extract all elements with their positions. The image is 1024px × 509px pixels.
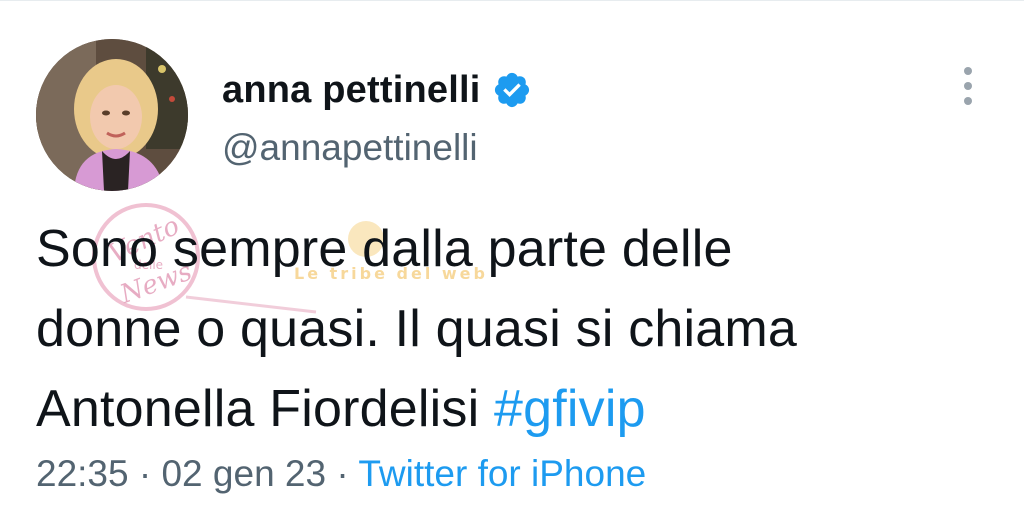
user-handle[interactable]: @annapettinelli	[222, 127, 478, 169]
more-options-icon[interactable]	[956, 67, 980, 105]
name-row: anna pettinelli	[222, 65, 532, 115]
tweet-source-link[interactable]: Twitter for iPhone	[358, 453, 646, 494]
meta-separator: ·	[138, 453, 152, 494]
tweet-card: anna pettinelli @annapettinelli Vento de…	[0, 0, 1024, 509]
avatar-image	[36, 39, 188, 191]
tweet-metadata: 22:35 · 02 gen 23 · Twitter for iPhone	[36, 453, 646, 495]
hashtag-link[interactable]: #gfivip	[494, 380, 646, 438]
tweet-text-line-2: donne o quasi. Il quasi si chiama	[36, 300, 798, 358]
display-name[interactable]: anna pettinelli	[222, 69, 480, 112]
tweet-text-line-3-text: Antonella Fiordelisi	[36, 380, 480, 438]
tweet-text: Sono sempre dalla parte delle donne o qu…	[36, 209, 996, 449]
tweet-date[interactable]: 02 gen 23	[161, 453, 326, 494]
verified-badge-icon	[492, 70, 532, 110]
tweet-text-line-1: Sono sempre dalla parte delle	[36, 220, 733, 278]
avatar[interactable]	[36, 39, 188, 191]
meta-separator-2: ·	[336, 453, 349, 494]
tweet-time[interactable]: 22:35	[36, 453, 129, 494]
tweet-text-line-3: Antonella Fiordelisi #gfivip	[36, 369, 996, 449]
